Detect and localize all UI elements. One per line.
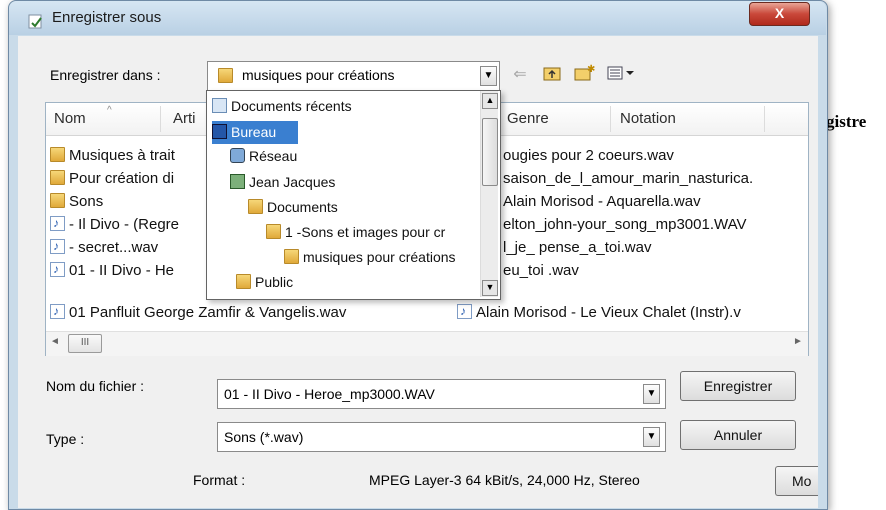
list-item[interactable]: Sons [50, 191, 103, 212]
sort-ascending-icon: ^ [107, 105, 112, 116]
scroll-up-icon[interactable]: ▲ [482, 93, 498, 109]
list-item[interactable]: Alain Morisod - Le Vieux Chalet (Instr).… [457, 301, 741, 323]
column-separator [764, 106, 765, 132]
folder-icon [284, 249, 299, 264]
user-icon [230, 174, 245, 189]
dropdown-item-network[interactable]: Réseau [230, 145, 297, 168]
filename-value: 01 - II Divo - Heroe_mp3000.WAV [224, 386, 435, 402]
back-arrow-icon[interactable]: ⇐ [509, 64, 531, 86]
dropdown-item-sons-images[interactable]: 1 -Sons et images pour cr [266, 221, 479, 244]
audio-file-icon [50, 259, 65, 280]
list-item[interactable]: - secret...wav [50, 236, 158, 258]
list-item[interactable]: elton_john-your_song_mp3001.WAV [503, 214, 747, 235]
audio-file-icon [50, 213, 65, 234]
views-icon[interactable] [606, 64, 636, 86]
scroll-right-icon[interactable]: ► [793, 336, 803, 347]
list-item[interactable]: - Il Divo - (Regre [50, 213, 179, 235]
new-folder-icon[interactable]: ✱ [573, 64, 595, 86]
chevron-down-icon[interactable]: ▼ [643, 384, 660, 404]
save-button[interactable]: Enregistrer [680, 371, 796, 401]
folder-icon [218, 68, 237, 84]
filename-label: Nom du fichier : [46, 378, 145, 394]
window-title: Enregistrer sous [52, 9, 162, 26]
folder-icon [236, 274, 251, 289]
column-header-genre[interactable]: Genre [507, 103, 549, 135]
filetype-value: Sons (*.wav) [224, 429, 304, 445]
filetype-label: Type : [46, 431, 85, 447]
list-item[interactable]: 01 - II Divo - He [50, 259, 174, 281]
column-header-name[interactable]: Nom [54, 103, 86, 135]
scroll-down-icon[interactable]: ▼ [482, 280, 498, 296]
filetype-select[interactable]: Sons (*.wav) ▼ [217, 422, 666, 452]
location-combo[interactable]: musiques pour créations ▼ [207, 61, 500, 91]
folder-icon [50, 170, 65, 185]
format-label: Format : [193, 472, 246, 488]
chevron-down-icon[interactable]: ▼ [480, 66, 497, 86]
save-dialog-icon [28, 13, 44, 29]
column-header-rating[interactable]: Notation [620, 103, 676, 135]
list-item[interactable]: Musiques à trait [50, 145, 175, 166]
dropdown-item-documents[interactable]: Documents [248, 196, 338, 219]
list-item[interactable]: 01 Panfluit George Zamfir & Vangelis.wav [50, 301, 346, 323]
recent-docs-icon [212, 98, 227, 113]
scroll-thumb[interactable]: III [68, 334, 102, 353]
network-icon [230, 148, 245, 163]
list-item[interactable]: Pour création di [50, 168, 174, 189]
list-item[interactable]: l_je_ pense_a_toi.wav [503, 237, 651, 258]
background-text: gistre [826, 112, 867, 131]
dropdown-scroll-thumb[interactable] [482, 118, 498, 186]
list-item[interactable]: saison_de_l_amour_marin_nasturica. [503, 168, 753, 189]
list-item[interactable]: eu_toi .wav [503, 260, 579, 281]
list-item[interactable]: ougies pour 2 coeurs.wav [503, 145, 674, 166]
dropdown-item-desktop[interactable]: Bureau [212, 121, 298, 144]
up-folder-icon[interactable] [541, 64, 563, 86]
folder-icon [50, 193, 65, 208]
folder-icon [50, 147, 65, 162]
list-item[interactable]: Alain Morisod - Aquarella.wav [503, 191, 701, 212]
scroll-left-icon[interactable]: ◄ [50, 336, 60, 347]
horizontal-scrollbar[interactable] [46, 331, 808, 356]
column-header-artist[interactable]: Arti [173, 103, 196, 135]
more-button[interactable]: Mo [775, 466, 818, 496]
column-separator [160, 106, 161, 132]
folder-icon [266, 224, 281, 239]
desktop-icon [212, 124, 227, 139]
audio-file-icon [457, 301, 472, 322]
column-separator [610, 106, 611, 132]
format-value: MPEG Layer-3 64 kBit/s, 24,000 Hz, Stere… [369, 472, 640, 488]
dropdown-item-user[interactable]: Jean Jacques [230, 171, 335, 194]
cancel-button[interactable]: Annuler [680, 420, 796, 450]
audio-file-icon [50, 301, 65, 322]
folder-icon [248, 199, 263, 214]
chevron-down-icon[interactable]: ▼ [643, 427, 660, 447]
audio-file-icon [50, 236, 65, 257]
dropdown-item-recent[interactable]: Documents récents [212, 95, 352, 118]
filename-input[interactable]: 01 - II Divo - Heroe_mp3000.WAV ▼ [217, 379, 666, 409]
location-label: Enregistrer dans : [50, 67, 161, 83]
svg-text:✱: ✱ [587, 64, 595, 75]
dropdown-item-musiques[interactable]: musiques pour créations [284, 246, 479, 269]
dropdown-item-public[interactable]: Public [236, 271, 293, 294]
close-button[interactable]: X [749, 2, 810, 26]
location-value: musiques pour créations [242, 67, 395, 83]
